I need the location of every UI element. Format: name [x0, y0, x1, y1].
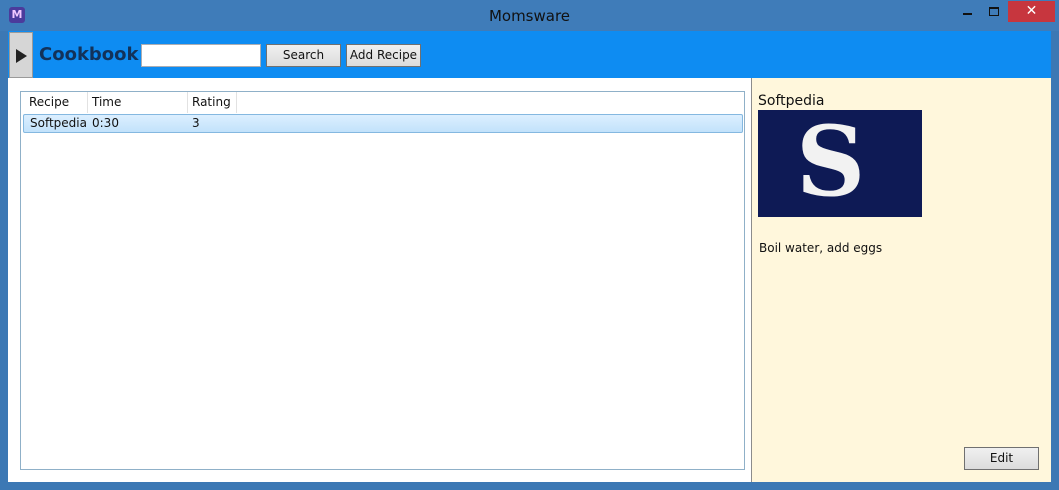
- recipe-detail-panel: Softpedia S Boil water, add eggs Edit: [751, 78, 1051, 482]
- column-header-rating[interactable]: Rating: [188, 92, 237, 113]
- edit-button[interactable]: Edit: [964, 447, 1039, 470]
- cell-recipe: Softpedia: [30, 116, 87, 130]
- window-title: Momsware: [488, 7, 571, 25]
- toolbar: Cookbook Search Add Recipe: [8, 31, 1051, 78]
- column-header-time[interactable]: Time: [88, 92, 188, 113]
- recipe-title: Softpedia: [758, 93, 825, 109]
- window-titlebar: M Momsware ✕: [0, 0, 1059, 31]
- search-button[interactable]: Search: [266, 44, 341, 67]
- maximize-icon: [989, 7, 999, 16]
- play-arrow-icon: [16, 49, 27, 63]
- table-row[interactable]: Softpedia 0:30 3: [23, 114, 743, 133]
- search-input[interactable]: [141, 44, 261, 67]
- cell-rating: 3: [192, 116, 200, 130]
- minimize-icon: [962, 12, 972, 15]
- main-window: Cookbook Search Add Recipe Recipe Time R…: [8, 31, 1051, 482]
- recipe-instructions: Boil water, add eggs: [759, 241, 883, 255]
- add-recipe-button[interactable]: Add Recipe: [346, 44, 421, 67]
- minimize-button[interactable]: [954, 1, 980, 22]
- column-header-recipe[interactable]: Recipe: [21, 92, 88, 113]
- close-icon: ✕: [1025, 3, 1038, 19]
- maximize-button[interactable]: [980, 1, 1008, 22]
- app-title: Cookbook: [39, 44, 139, 65]
- recipe-image-letter: S: [796, 110, 866, 217]
- close-button[interactable]: ✕: [1008, 1, 1055, 22]
- expander-button[interactable]: [9, 32, 33, 78]
- recipe-image: S: [758, 110, 922, 217]
- cell-time: 0:30: [92, 116, 119, 130]
- recipe-list[interactable]: Recipe Time Rating Softpedia 0:30 3: [20, 91, 745, 470]
- list-header: Recipe Time Rating: [21, 92, 744, 113]
